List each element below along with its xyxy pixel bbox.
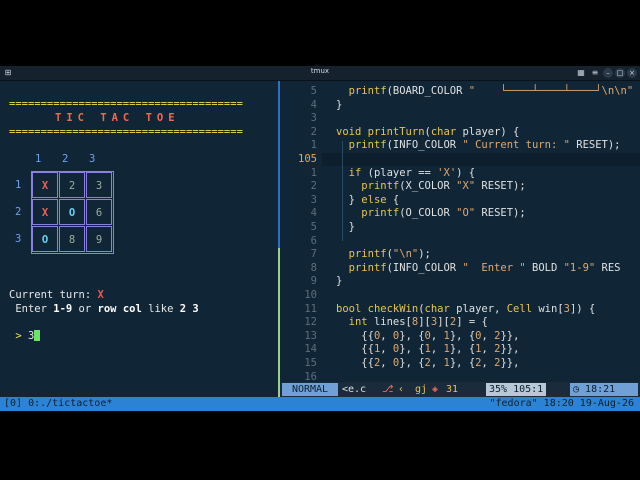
enter-prefix: Enter: [9, 303, 54, 315]
cursor-position: 35% 105:1: [486, 383, 547, 396]
line-number: 13: [304, 329, 317, 342]
git-icon: ⎇: [382, 384, 394, 395]
clock-time: 18:21: [585, 384, 616, 395]
column-number: 2: [62, 153, 69, 165]
enter-like: like: [141, 303, 180, 315]
change-count: 31: [446, 384, 459, 395]
code-line[interactable]: printf(INFO_COLOR " Enter " BOLD "1-9" R…: [336, 262, 621, 274]
code-line[interactable]: {{1, 0}, {1, 1}, {1, 2}},: [336, 343, 519, 355]
line-number: 3: [310, 112, 317, 125]
line-number: 4: [310, 207, 317, 220]
line-number: 105: [298, 153, 317, 165]
prompt-symbol: >: [9, 330, 28, 342]
line-number: 7: [310, 248, 317, 261]
turn-line: Current turn: X: [9, 289, 104, 301]
branch-icon: ‹: [398, 384, 405, 395]
turn-value: X: [97, 289, 104, 301]
line-number: 12: [304, 316, 317, 329]
header-rule-top: =====================================: [9, 98, 243, 110]
window-title: tmux: [310, 67, 330, 75]
branch-name: gj: [415, 384, 428, 395]
code-line[interactable]: }: [336, 221, 355, 233]
line-number: 2: [310, 125, 317, 138]
line-number: 5: [310, 221, 317, 233]
line-number: 5: [310, 85, 317, 97]
line-number: 10: [304, 289, 317, 301]
minimize-icon[interactable]: –: [603, 68, 613, 78]
board-cell: O: [32, 226, 58, 252]
package-icon: ◈: [432, 384, 439, 395]
code-line[interactable]: }: [336, 99, 342, 111]
input-line[interactable]: > 3: [9, 330, 41, 342]
clock: ◷ 18:21: [570, 383, 638, 396]
cursor: [34, 330, 41, 341]
code-line[interactable]: void printTurn(char player) {: [336, 126, 519, 138]
editor-statusline: NORMAL <e.c ⎇ ‹ gj ◈ 31 35% 105:1 ◷ 18:2…: [280, 382, 640, 397]
line-number: 3: [310, 193, 317, 206]
board-cell: 6: [86, 199, 112, 225]
code-line[interactable]: {{0, 0}, {0, 1}, {0, 2}},: [336, 330, 519, 342]
row-number: 1: [15, 179, 22, 191]
grid-icon[interactable]: ▦: [576, 68, 586, 78]
game-title: TIC TAC TOE: [55, 112, 180, 124]
close-icon[interactable]: ×: [627, 68, 637, 78]
clock-icon: ◷: [573, 384, 586, 395]
enter-range: 1-9: [53, 303, 73, 315]
title-bar: ⊞ tmux ▦ ≡ – □ ×: [0, 66, 640, 81]
board-cell: 9: [86, 226, 112, 252]
code-line[interactable]: printf(X_COLOR "X" RESET);: [336, 180, 525, 192]
code-line[interactable]: printf(INFO_COLOR " Current turn: " RESE…: [336, 139, 621, 151]
board-cell: O: [59, 199, 85, 225]
code-line[interactable]: int lines[8][3][2] = {: [336, 316, 488, 328]
line-number: 15: [304, 357, 317, 369]
code-line[interactable]: printf("\n");: [336, 248, 431, 260]
column-number: 1: [35, 153, 42, 165]
line-number: 6: [310, 234, 317, 247]
tmux-status-bar: [0] 0:./tictactoe* "fedora" 18:20 19-Aug…: [0, 397, 640, 411]
maximize-icon[interactable]: □: [615, 68, 625, 78]
board-cell: X: [32, 199, 58, 225]
enter-or: or: [72, 303, 98, 315]
code-line[interactable]: {{2, 0}, {2, 1}, {2, 2}},: [336, 357, 519, 369]
code-line[interactable]: printf(O_COLOR "O" RESET);: [336, 207, 525, 219]
row-number: 3: [15, 233, 22, 245]
board-cell: X: [32, 172, 58, 198]
line-number: 8: [310, 261, 317, 274]
line-number: 11: [304, 302, 317, 315]
code-line[interactable]: }: [336, 275, 342, 287]
tmux-window-list[interactable]: [0] 0:./tictactoe*: [4, 397, 112, 411]
row-number: 2: [15, 206, 22, 218]
current-line-highlight: [322, 153, 640, 166]
code-line[interactable]: } else {: [336, 194, 400, 206]
menu-icon[interactable]: ≡: [590, 68, 600, 78]
board-cell: 2: [59, 172, 85, 198]
file-name: <e.c: [342, 384, 367, 395]
line-number: 4: [310, 98, 317, 111]
header-rule-bottom: =====================================: [9, 126, 243, 138]
enter-rowcol: row col: [97, 303, 142, 315]
line-number: 16: [304, 370, 317, 383]
code-line[interactable]: bool checkWin(char player, Cell win[3]) …: [336, 303, 595, 315]
line-number: 14: [304, 343, 317, 356]
code-line[interactable]: if (player == 'X') {: [336, 167, 475, 179]
column-number: 3: [89, 153, 96, 165]
line-number: 1: [310, 166, 317, 179]
enter-instructions: Enter 1-9 or row col like 2 3: [9, 303, 199, 315]
tmux-host-time: "fedora" 18:20 19-Aug-26: [489, 398, 635, 409]
board-cell: 8: [59, 226, 85, 252]
game-board: X 2 3 X O 6 O 8 9: [31, 171, 114, 254]
line-number: 1: [310, 139, 317, 152]
board-cell: 3: [86, 172, 112, 198]
game-pane[interactable]: ===================================== TI…: [0, 81, 278, 397]
code-line[interactable]: printf(BOARD_COLOR " └────┴────┴────┘\n\…: [336, 85, 634, 97]
turn-label: Current turn:: [9, 289, 98, 301]
terminal-window: ⊞ tmux ▦ ≡ – □ × =======================…: [0, 66, 640, 411]
enter-example: 2 3: [179, 303, 199, 315]
line-number: 2: [310, 180, 317, 193]
mode-indicator: NORMAL: [282, 383, 338, 396]
editor-pane[interactable]: 5 printf(BOARD_COLOR " └────┴────┴────┘\…: [280, 81, 640, 397]
line-number: 9: [310, 275, 317, 288]
